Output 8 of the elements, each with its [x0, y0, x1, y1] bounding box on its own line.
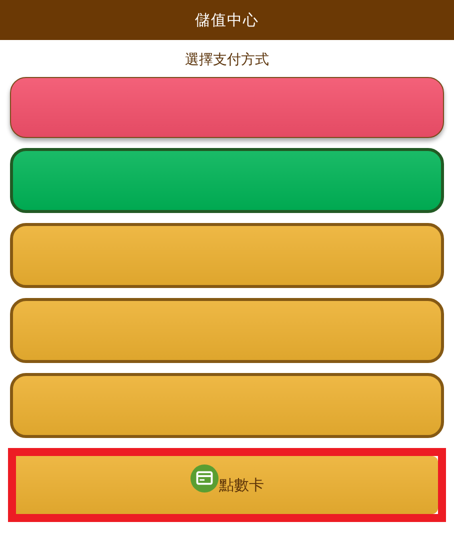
payment-option-button[interactable] [10, 223, 444, 288]
payment-option-button[interactable] [10, 148, 444, 213]
payment-option-button[interactable]: 點數卡 [16, 456, 438, 514]
page-title: 儲值中心 [195, 10, 259, 30]
payment-option-button[interactable] [10, 298, 444, 363]
subtitle: 選擇支付方式 [185, 51, 269, 70]
payment-option-button[interactable] [10, 77, 444, 138]
payment-option-button[interactable] [10, 373, 444, 438]
